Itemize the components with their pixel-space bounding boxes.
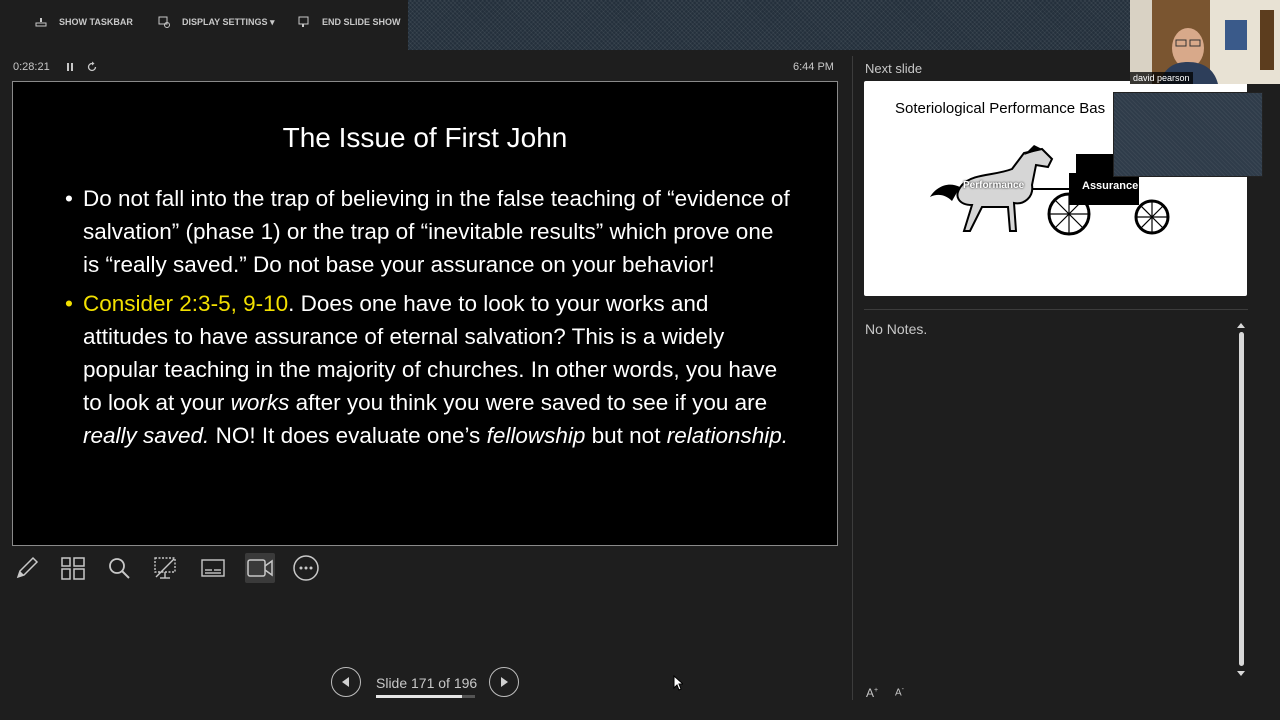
slide-counter[interactable]: Slide 171 of 196 [376, 675, 477, 691]
next-slide-button[interactable] [489, 667, 519, 697]
bullet-2-text-c: NO! It does evaluate one’s [209, 423, 487, 448]
zoom-icon [109, 558, 130, 579]
pen-icon [16, 556, 39, 579]
scroll-down-arrow-icon[interactable] [1236, 669, 1246, 677]
bullet-2-text-b: after you think you were saved to see if… [289, 390, 768, 415]
subtitles-icon [201, 559, 225, 577]
see-all-slides-icon [61, 557, 85, 580]
current-time: 6:44 PM [793, 61, 834, 73]
black-screen-button[interactable] [150, 553, 180, 583]
notes-separator [864, 309, 1248, 310]
slide-progress-fill [376, 695, 463, 698]
slide-progress-bar [376, 695, 475, 698]
display-settings-icon [158, 16, 170, 28]
participant-video[interactable]: david pearson [1130, 0, 1280, 84]
horse-label: Performance [963, 180, 1025, 191]
play-left-icon [342, 677, 349, 687]
scripture-reference: Consider 2:3-5, 9-10 [83, 291, 289, 316]
end-show-icon [298, 16, 309, 27]
see-all-slides-button[interactable] [58, 553, 88, 583]
slide-title: The Issue of First John [282, 122, 568, 153]
restart-icon[interactable] [86, 61, 98, 73]
more-options-button[interactable] [291, 553, 321, 583]
current-slide[interactable]: The Issue of First John Do not fall into… [12, 81, 838, 546]
participant-name: david pearson [1130, 72, 1193, 84]
display-settings-button[interactable]: DISPLAY SETTINGS ▾ [158, 14, 275, 30]
bullet-2-works: works [230, 390, 290, 415]
decrease-font-button[interactable]: A- [895, 686, 904, 698]
display-settings-label: DISPLAY SETTINGS ▾ [182, 16, 275, 27]
play-right-icon [501, 677, 508, 687]
previous-slide-button[interactable] [331, 667, 361, 697]
panel-divider[interactable] [852, 56, 853, 700]
speaker-notes: No Notes. [865, 321, 928, 337]
bullet-2-fellowship: fellowship [486, 423, 586, 448]
pen-tool-button[interactable] [12, 553, 42, 583]
mouse-cursor-icon [673, 675, 683, 691]
increase-font-label: A [866, 686, 875, 700]
zoom-tool-button[interactable] [104, 553, 134, 583]
bullet-2: Consider 2:3-5, 9-10. Does one have to l… [63, 287, 793, 452]
cart-label: Assurance [1082, 180, 1139, 192]
show-taskbar-label: SHOW TASKBAR [59, 17, 133, 27]
decrease-font-label: A [895, 687, 902, 699]
taskbar-icon [35, 18, 47, 27]
more-options-icon [293, 555, 319, 581]
meeting-video-strip [408, 0, 1130, 50]
camera-icon [247, 559, 273, 577]
pause-icon[interactable] [64, 61, 76, 73]
next-slide-label: Next slide [865, 61, 923, 76]
black-screen-icon [154, 557, 176, 579]
bullet-2-text-d: but not [585, 423, 667, 448]
presenter-toolbar: SHOW TASKBAR DISPLAY SETTINGS ▾ END SLID… [0, 0, 408, 44]
bullet-2-relationship: relationship. [666, 423, 789, 448]
increase-font-button[interactable]: A+ [866, 686, 878, 700]
self-video-thumbnail[interactable] [1113, 92, 1263, 177]
notes-scroll-thumb[interactable] [1239, 332, 1244, 666]
end-slide-show-label: END SLIDE SHOW [322, 17, 401, 27]
camera-toggle-button[interactable] [245, 553, 275, 583]
scroll-up-arrow-icon[interactable] [1236, 322, 1246, 330]
slide-bullets: Do not fall into the trap of believing i… [63, 182, 793, 458]
subtitles-button[interactable] [198, 553, 228, 583]
end-slide-show-button[interactable]: END SLIDE SHOW [298, 14, 401, 30]
bullet-1: Do not fall into the trap of believing i… [63, 182, 793, 281]
elapsed-timer: 0:28:21 [13, 61, 50, 73]
show-taskbar-button[interactable]: SHOW TASKBAR [35, 14, 133, 30]
bullet-2-really-saved: really saved. [83, 423, 210, 448]
notes-scrollbar[interactable] [1236, 322, 1246, 677]
